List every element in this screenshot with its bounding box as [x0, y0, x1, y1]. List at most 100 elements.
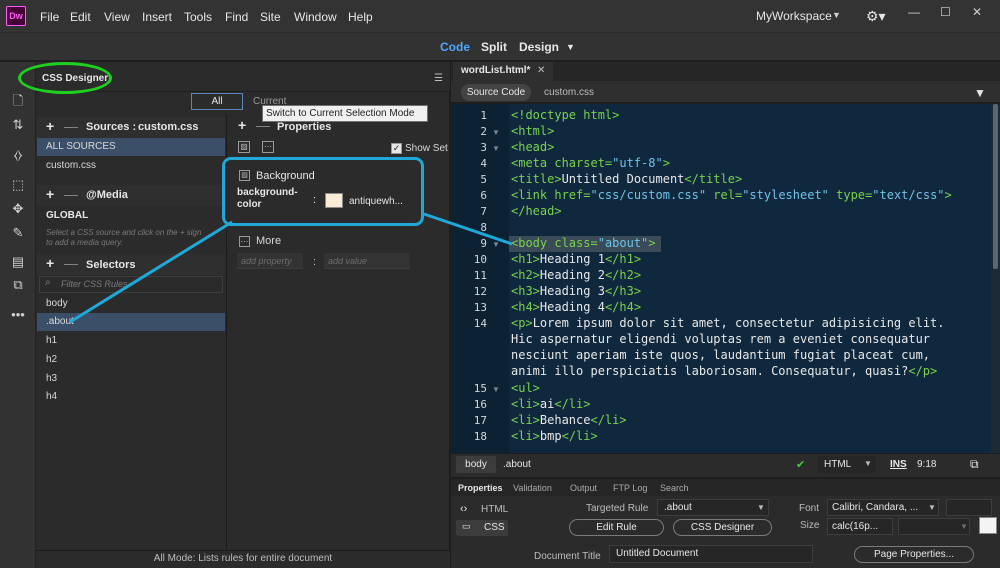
tab-ftp-log[interactable]: FTP Log	[613, 483, 647, 493]
html-mode-button[interactable]: HTML	[481, 504, 508, 515]
expand-arrows-icon[interactable]: ✥	[9, 200, 27, 218]
fold-arrow-icon[interactable]: ▼	[492, 128, 500, 137]
page-properties-button[interactable]: Page Properties...	[854, 546, 974, 563]
add-property-icon[interactable]: +	[238, 117, 246, 133]
add-value-input[interactable]: add value	[324, 253, 410, 269]
comment-icon[interactable]: ▤	[9, 253, 27, 271]
code-line: <li>bmp</li>	[511, 429, 598, 443]
tab-search[interactable]: Search	[660, 483, 689, 493]
menu-file[interactable]: File	[40, 10, 59, 24]
document-tab-name[interactable]: wordList.html*	[461, 65, 530, 76]
fold-arrow-icon[interactable]: ▼	[492, 240, 500, 249]
show-set-checkbox[interactable]: ✓	[391, 143, 402, 154]
minimize-icon[interactable]: —	[908, 5, 920, 19]
fold-arrow-icon[interactable]: ▼	[492, 144, 500, 153]
tag-selector-about[interactable]: .about	[503, 459, 531, 470]
file-icon[interactable]: 🗋	[9, 92, 27, 110]
background-category-icon[interactable]: ▨	[238, 141, 250, 153]
menu-tools[interactable]: Tools	[184, 10, 212, 24]
fold-arrow-icon[interactable]: ▼	[492, 385, 500, 394]
preview-icon[interactable]: ⧉	[970, 457, 979, 472]
design-view-button[interactable]: Design	[519, 40, 559, 54]
tab-validation[interactable]: Validation	[513, 483, 552, 493]
selector-item[interactable]: h2	[37, 351, 225, 369]
remove-selector-icon[interactable]: —	[64, 255, 78, 271]
source-code-tab[interactable]: Source Code	[461, 84, 531, 101]
chevron-down-icon[interactable]: ▼	[757, 503, 765, 512]
menu-site[interactable]: Site	[260, 10, 281, 24]
more-tools-icon[interactable]: •••	[9, 306, 27, 324]
view-menu-caret-icon[interactable]: ▼	[566, 42, 575, 52]
background-color-value[interactable]: antiquewh...	[349, 196, 403, 207]
menu-find[interactable]: Find	[225, 10, 248, 24]
menu-insert[interactable]: Insert	[142, 10, 172, 24]
split-view-button[interactable]: Split	[481, 40, 507, 54]
close-icon[interactable]: ✕	[972, 5, 982, 19]
size-select[interactable]: calc(16p...	[827, 518, 893, 535]
custom-css-tab[interactable]: custom.css	[544, 87, 594, 98]
chevron-down-icon[interactable]: ▼	[864, 459, 872, 468]
menu-window[interactable]: Window	[294, 10, 337, 24]
selector-item[interactable]: body	[37, 295, 225, 313]
sort-arrows-icon[interactable]: ⇅	[9, 116, 27, 134]
tag-selector-body[interactable]: body	[456, 456, 496, 473]
scrollbar-thumb[interactable]	[993, 104, 998, 269]
maximize-icon[interactable]: ☐	[940, 5, 951, 19]
select-dashed-icon[interactable]: ⬚	[9, 176, 27, 194]
font-weight-select[interactable]	[946, 499, 992, 516]
source-item[interactable]: ALL SOURCES	[37, 138, 225, 156]
targeted-rule-select[interactable]: .about	[657, 499, 769, 516]
all-mode-button[interactable]: All	[191, 93, 243, 110]
code-brackets-icon[interactable]: ⧼⧽	[9, 146, 27, 164]
remove-media-icon[interactable]: —	[64, 186, 78, 202]
code-text: Heading 3	[539, 284, 605, 298]
source-item[interactable]: custom.css	[37, 157, 225, 175]
wand-icon[interactable]: ✎	[9, 224, 27, 242]
menu-view[interactable]: View	[104, 10, 130, 24]
code-line: <body class="about">	[511, 236, 656, 250]
more-category-icon[interactable]: ⋯	[262, 141, 274, 153]
font-select[interactable]: Calibri, Candara, ...	[827, 499, 939, 516]
close-tab-icon[interactable]: ✕	[537, 65, 545, 76]
add-source-icon[interactable]: +	[46, 118, 54, 134]
html-brackets-icon[interactable]: ‹›	[460, 503, 467, 515]
color-swatch[interactable]	[325, 193, 343, 208]
remove-property-icon[interactable]: —	[256, 117, 270, 133]
chevron-down-icon[interactable]: ▼	[960, 522, 968, 531]
line-number: 10	[473, 253, 487, 266]
text-color-swatch[interactable]	[979, 517, 997, 534]
snippet-icon[interactable]: ⧉	[9, 276, 27, 294]
selector-item[interactable]: h3	[37, 370, 225, 388]
css-mode-label[interactable]: CSS	[484, 522, 505, 533]
chevron-down-icon[interactable]: ▼	[928, 503, 936, 512]
tab-output[interactable]: Output	[570, 483, 597, 493]
code-tag: <head>	[511, 140, 555, 154]
sources-label: Sources :	[86, 121, 137, 133]
document-title-input[interactable]: Untitled Document	[609, 545, 813, 563]
filter-funnel-icon[interactable]: ▼	[974, 86, 986, 100]
add-selector-icon[interactable]: +	[46, 255, 54, 271]
add-media-icon[interactable]: +	[46, 186, 54, 202]
edit-rule-button[interactable]: Edit Rule	[569, 519, 664, 536]
code-line: <!doctype html>	[511, 108, 619, 122]
add-property-input[interactable]: add property	[237, 253, 303, 269]
gear-icon[interactable]: ⚙▾	[866, 8, 886, 25]
line-number: 8	[480, 221, 487, 234]
selector-item[interactable]: h4	[37, 388, 225, 406]
insert-mode-indicator[interactable]: INS	[890, 459, 907, 470]
menu-edit[interactable]: Edit	[70, 10, 91, 24]
remove-source-icon[interactable]: —	[64, 118, 78, 134]
menu-help[interactable]: Help	[348, 10, 373, 24]
filter-placeholder: Filter CSS Rules	[61, 279, 128, 289]
line-number: 5	[480, 173, 487, 186]
tab-properties[interactable]: Properties	[458, 483, 503, 493]
check-circle-icon[interactable]: ✔	[796, 458, 805, 471]
selector-item[interactable]: .about	[37, 313, 225, 331]
code-view-button[interactable]: Code	[440, 40, 470, 54]
panel-menu-icon[interactable]: ☰	[434, 73, 443, 84]
css-designer-button[interactable]: CSS Designer	[673, 519, 772, 536]
media-global[interactable]: GLOBAL	[46, 210, 88, 221]
selector-item[interactable]: h1	[37, 332, 225, 350]
workspace-switcher[interactable]: MyWorkspace	[756, 9, 832, 23]
chevron-down-icon[interactable]: ▼	[832, 10, 841, 20]
